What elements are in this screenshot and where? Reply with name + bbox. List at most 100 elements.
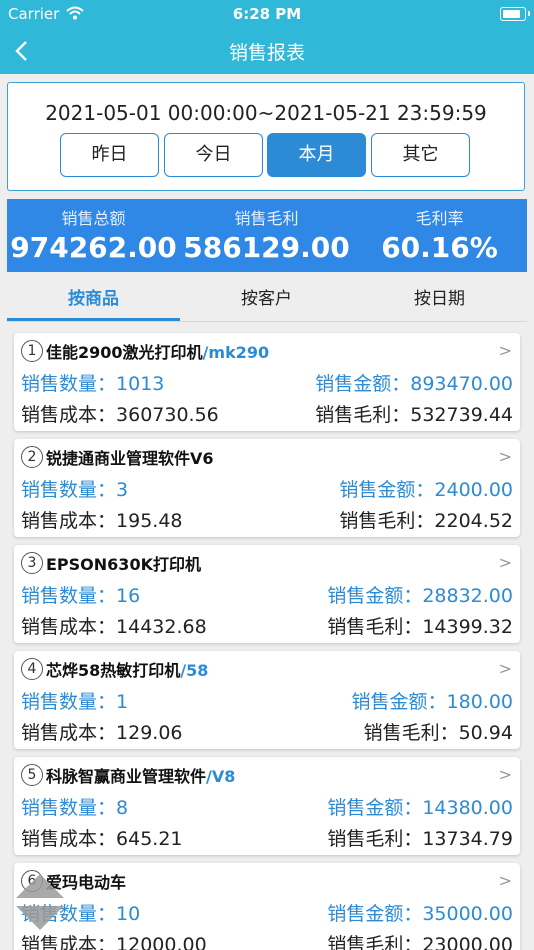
item-cost: 销售成本：12000.00: [21, 930, 207, 950]
cost-value: 195.48: [116, 510, 183, 532]
chevron-right-icon: >: [498, 553, 512, 572]
item-name-text: 佳能2900激光打印机: [46, 343, 203, 362]
amount-value: 893470.00: [410, 373, 513, 395]
item-qty: 销售数量：1: [21, 687, 128, 714]
list-item[interactable]: 5 科脉智赢商业管理软件/V8 > 销售数量：8 销售金额：14380.00 销…: [14, 757, 520, 855]
cost-value: 12000.00: [116, 934, 207, 950]
clock: 6:28 PM: [232, 5, 302, 23]
cost-value: 129.06: [116, 722, 183, 744]
item-name: 科脉智赢商业管理软件/V8: [46, 763, 235, 787]
profit-label: 销售毛利：: [315, 404, 411, 426]
item-qty: 销售数量：8: [21, 793, 128, 820]
qty-label: 销售数量：: [21, 585, 117, 607]
item-cost: 销售成本：195.48: [21, 506, 183, 533]
page-title: 销售报表: [228, 42, 305, 64]
profit-value: 14399.32: [422, 616, 513, 638]
qty-value: 3: [116, 479, 129, 501]
item-profit: 销售毛利：50.94: [364, 718, 513, 745]
product-list: 1 佳能2900激光打印机/mk290 > 销售数量：1013 销售金额：893…: [0, 330, 534, 950]
list-item[interactable]: 3 EPSON630K打印机 > 销售数量：16 销售金额：28832.00 销…: [14, 545, 520, 643]
qty-label: 销售数量：: [21, 691, 117, 713]
qty-label: 销售数量：: [21, 373, 117, 395]
item-name: 芯烨58热敏打印机/58: [46, 657, 208, 681]
period-button-today[interactable]: 今日: [164, 133, 263, 177]
chevron-right-icon: >: [498, 447, 512, 466]
item-qty: 销售数量：16: [21, 581, 140, 608]
item-index: 2: [21, 446, 43, 468]
summary-panel: 销售总额 974262.00 销售毛利 586129.00 毛利率 60.16%: [7, 199, 527, 272]
profit-label: 销售毛利：: [339, 510, 435, 532]
tab-by-product[interactable]: 按商品: [7, 280, 180, 320]
list-item[interactable]: 1 佳能2900激光打印机/mk290 > 销售数量：1013 销售金额：893…: [14, 333, 520, 431]
item-amount: 销售金额：14380.00: [327, 793, 513, 820]
qty-label: 销售数量：: [21, 797, 117, 819]
list-item[interactable]: 2 锐捷通商业管理软件V6 > 销售数量：3 销售金额：2400.00 销售成本…: [14, 439, 520, 537]
item-index: 4: [21, 658, 43, 680]
summary-value: 60.16%: [381, 231, 498, 264]
item-amount: 销售金额：28832.00: [327, 581, 513, 608]
item-qty: 销售数量：1013: [21, 369, 164, 396]
profit-label: 销售毛利：: [327, 616, 423, 638]
tab-by-customer[interactable]: 按客户: [180, 280, 353, 320]
item-name-text: 芯烨58热敏打印机: [46, 661, 181, 680]
item-cost: 销售成本：14432.68: [21, 612, 207, 639]
period-button-other[interactable]: 其它: [371, 133, 470, 177]
cost-value: 645.21: [116, 828, 183, 850]
cost-label: 销售成本：: [21, 722, 117, 744]
qty-value: 16: [116, 585, 141, 607]
amount-value: 28832.00: [422, 585, 513, 607]
profit-value: 13734.79: [422, 828, 513, 850]
nav-bar: 销售报表: [0, 28, 534, 74]
amount-label: 销售金额：: [327, 903, 423, 925]
chevron-right-icon: >: [498, 659, 512, 678]
item-code: /mk290: [202, 343, 270, 362]
summary-value: 586129.00: [183, 231, 350, 264]
item-name: EPSON630K打印机: [46, 551, 201, 575]
profit-label: 销售毛利：: [327, 828, 423, 850]
amount-value: 2400.00: [434, 479, 513, 501]
amount-label: 销售金额：: [327, 585, 423, 607]
chevron-right-icon: >: [498, 765, 512, 784]
summary-label: 销售毛利: [234, 209, 299, 228]
tab-bar: 按商品 按客户 按日期: [7, 280, 527, 322]
item-index: 5: [21, 764, 43, 786]
profit-value: 2204.52: [434, 510, 513, 532]
tab-by-date[interactable]: 按日期: [353, 280, 526, 320]
cost-value: 14432.68: [116, 616, 207, 638]
period-button-yesterday[interactable]: 昨日: [60, 133, 159, 177]
item-index: 3: [21, 552, 43, 574]
cost-label: 销售成本：: [21, 510, 117, 532]
profit-label: 销售毛利：: [327, 934, 423, 950]
item-amount: 销售金额：2400.00: [339, 475, 513, 502]
list-item[interactable]: 4 芯烨58热敏打印机/58 > 销售数量：1 销售金额：180.00 销售成本…: [14, 651, 520, 749]
date-range-text[interactable]: 2021-05-01 00:00:00~2021-05-21 23:59:59: [8, 101, 524, 125]
period-button-month[interactable]: 本月: [267, 133, 366, 177]
cost-label: 销售成本：: [21, 404, 117, 426]
item-name: 佳能2900激光打印机/mk290: [46, 339, 269, 363]
qty-label: 销售数量：: [21, 479, 117, 501]
status-bar: Carrier 6:28 PM: [0, 0, 534, 28]
profit-label: 销售毛利：: [363, 722, 459, 744]
amount-value: 180.00: [446, 691, 513, 713]
date-filter-panel: 2021-05-01 00:00:00~2021-05-21 23:59:59 …: [7, 82, 525, 191]
item-cost: 销售成本：129.06: [21, 718, 183, 745]
summary-label: 销售总额: [61, 209, 126, 228]
diamond-arrows-icon[interactable]: [14, 872, 66, 932]
amount-label: 销售金额：: [339, 479, 435, 501]
profit-value: 50.94: [458, 722, 513, 744]
amount-value: 14380.00: [422, 797, 513, 819]
cost-value: 360730.56: [116, 404, 219, 426]
item-profit: 销售毛利：2204.52: [339, 506, 513, 533]
item-cost: 销售成本：360730.56: [21, 400, 219, 427]
summary-gross-profit: 销售毛利 586129.00: [180, 199, 353, 264]
list-item[interactable]: 6 爱玛电动车 > 销售数量：10 销售金额：35000.00 销售成本：120…: [14, 863, 520, 950]
item-profit: 销售毛利：23000.00: [327, 930, 513, 950]
item-amount: 销售金额：893470.00: [315, 369, 513, 396]
battery-icon: [500, 7, 526, 21]
item-profit: 销售毛利：14399.32: [327, 612, 513, 639]
summary-label: 毛利率: [415, 209, 464, 228]
item-profit: 销售毛利：13734.79: [327, 824, 513, 851]
item-profit: 销售毛利：532739.44: [315, 400, 513, 427]
item-index: 1: [21, 340, 43, 362]
qty-value: 1013: [116, 373, 165, 395]
